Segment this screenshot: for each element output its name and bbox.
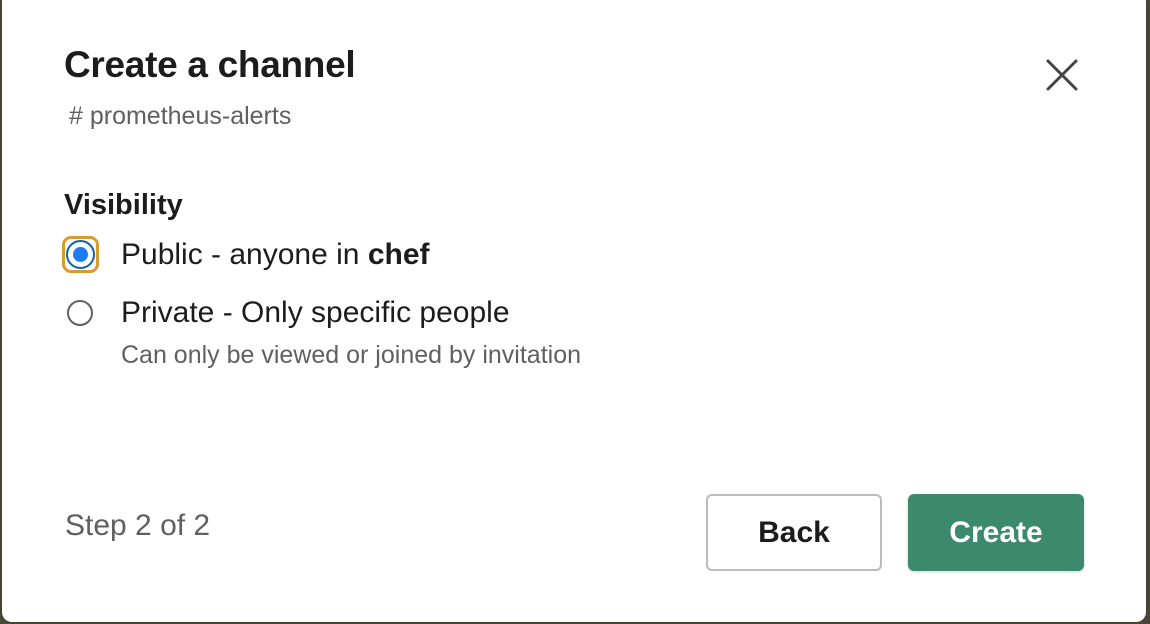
channel-name: # prometheus-alerts [69,102,292,130]
radio-label-public-text: Public - anyone in [121,238,368,271]
radio-button-private[interactable] [67,300,93,326]
visibility-label: Visibility [64,189,183,221]
create-channel-dialog: Create a channel # prometheus-alerts Vis… [2,0,1146,622]
step-indicator: Step 2 of 2 [65,509,211,542]
radio-button-public[interactable] [66,240,95,269]
focus-ring [62,236,99,273]
workspace-name: chef [367,238,430,271]
radio-hint-private: Can only be viewed or joined by invitati… [121,341,581,369]
back-button[interactable]: Back [706,494,882,571]
dialog-title: Create a channel [64,44,356,85]
radio-label-public: Public - anyone in chef [121,236,430,273]
close-button[interactable] [1038,56,1084,102]
radio-selected-dot [73,247,88,262]
create-button[interactable]: Create [908,494,1084,571]
radio-label-private: Private - Only specific people [121,296,510,329]
close-icon [1046,59,1078,91]
